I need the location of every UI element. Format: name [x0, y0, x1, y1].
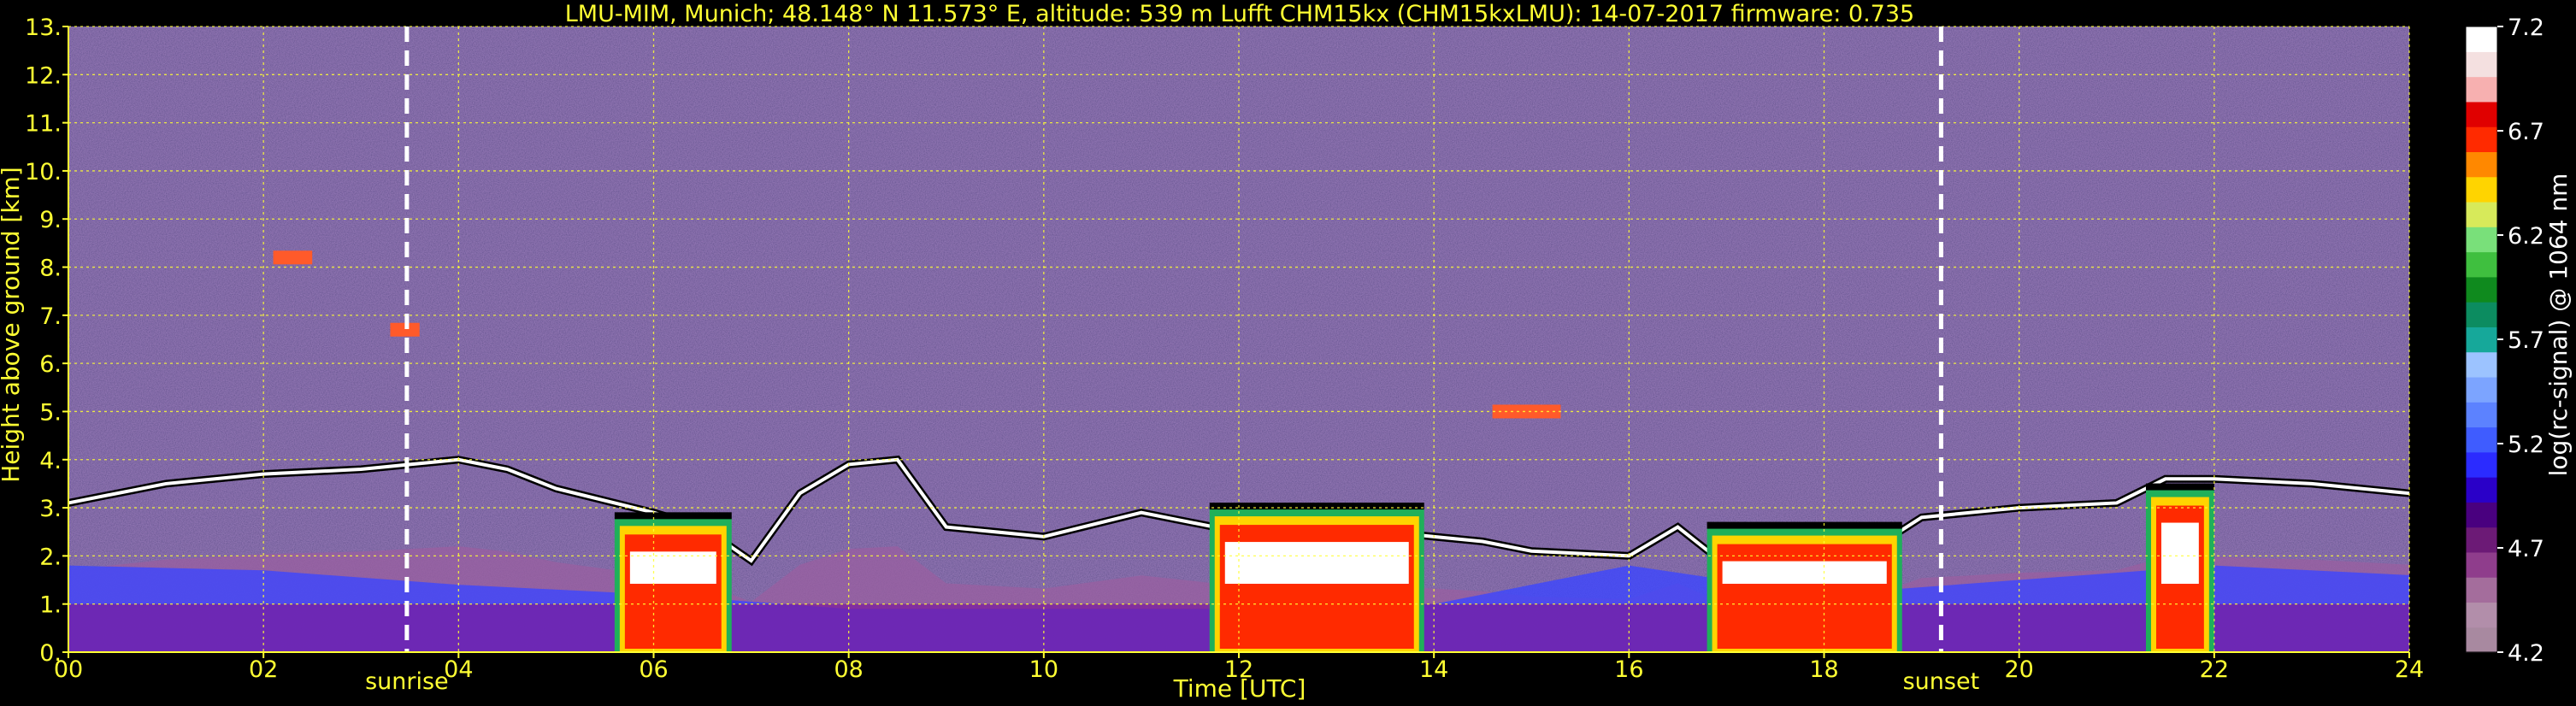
cloud-top-edge: [1707, 521, 1902, 529]
sunset-label: sunset: [1903, 668, 1980, 695]
y-tick-label: 7.: [39, 303, 62, 330]
y-tick-label: 5.: [39, 399, 62, 426]
cloud-event: [614, 512, 732, 652]
x-tick-label: 18: [1809, 656, 1838, 683]
colorbar-tick-label: 7.2: [2508, 15, 2544, 41]
y-axis: 0. 1. 2. 3. 4. 5. 6. 7. 8. 9. 10. 11. 12. 13.: [25, 15, 69, 667]
colorbar-segment: [2466, 502, 2497, 528]
y-tick-label: 8.: [39, 256, 62, 282]
colorbar: 4.2 4.7 5.2 5.7 6.2 6.7 7.2: [2465, 15, 2544, 667]
colorbar-tick-label: 6.7: [2508, 119, 2544, 145]
y-tick-label: 9.: [39, 207, 62, 233]
plot-area: [68, 26, 2410, 653]
colorbar-tick-label: 4.7: [2508, 536, 2544, 562]
x-tick-label: 08: [834, 656, 863, 683]
y-tick-label: 10.: [25, 159, 62, 185]
colorbar-segment: [2466, 627, 2497, 653]
cloud-event: [1209, 503, 1424, 652]
colorbar-tick-label: 4.2: [2508, 640, 2544, 667]
colorbar-segment: [2466, 276, 2497, 303]
cloud-event: [2145, 483, 2214, 652]
cloud-top-edge: [2145, 483, 2214, 491]
colorbar-segment: [2466, 551, 2497, 578]
colorbar-label: log(rc-signal) @ 1064 nm: [2544, 174, 2573, 477]
x-axis-label: Time [UTC]: [1173, 674, 1306, 703]
y-tick-label: 3.: [39, 496, 62, 522]
x-tick-label: 04: [444, 656, 473, 683]
y-tick-label: 6.: [39, 351, 62, 378]
elevated-layer: [273, 250, 313, 265]
colorbar-segment: [2466, 201, 2497, 227]
colorbar-segment: [2466, 227, 2497, 253]
colorbar-segment: [2466, 176, 2497, 203]
x-tick-label: 20: [2004, 656, 2033, 683]
colorbar-segment: [2466, 376, 2497, 403]
colorbar-segment: [2466, 327, 2497, 353]
colorbar-tick-label: 6.2: [2508, 223, 2544, 250]
colorbar-segment: [2466, 477, 2497, 503]
elevated-layer: [1492, 404, 1561, 419]
x-tick-label: 02: [249, 656, 278, 683]
cloud-saturated: [1224, 542, 1409, 584]
cloud-event: [1707, 521, 1902, 652]
x-tick-label: 06: [639, 656, 668, 683]
colorbar-segment: [2466, 602, 2497, 628]
colorbar-segment: [2466, 251, 2497, 278]
y-tick-label: 4.: [39, 448, 62, 474]
colorbar-segment: [2466, 351, 2497, 378]
colorbar-segment: [2466, 76, 2497, 103]
cloud-saturated: [2160, 522, 2199, 584]
cloud-top-edge: [614, 512, 732, 520]
y-tick-label: 2.: [39, 544, 62, 570]
y-tick-label: 12.: [25, 62, 62, 89]
colorbar-segment: [2466, 302, 2497, 327]
colorbar-segment: [2466, 151, 2497, 178]
ceilometer-chart: LMU-MIM, Munich; 48.148° N 11.573° E, al…: [0, 1, 2573, 703]
sunrise-label: sunrise: [365, 668, 449, 695]
x-tick-label: 10: [1029, 656, 1058, 683]
colorbar-segment: [2466, 427, 2497, 453]
y-axis-label: Height above ground [km]: [0, 167, 25, 483]
colorbar-segment: [2466, 527, 2497, 553]
x-tick-label: 24: [2395, 656, 2424, 683]
x-tick-label: 16: [1614, 656, 1643, 683]
colorbar-segment: [2466, 402, 2497, 428]
colorbar-segment: [2466, 451, 2497, 478]
x-tick-label: 22: [2200, 656, 2229, 683]
y-tick-label: 13.: [25, 15, 62, 41]
colorbar-tick-label: 5.7: [2508, 327, 2544, 354]
cloud-saturated: [1722, 561, 1887, 584]
colorbar-segment: [2466, 101, 2497, 127]
y-tick-label: 0.: [39, 640, 62, 667]
colorbar-segment: [2466, 126, 2497, 152]
x-tick-label: 14: [1419, 656, 1448, 683]
chart-title: LMU-MIM, Munich; 48.148° N 11.573° E, al…: [565, 1, 1914, 27]
colorbar-segment: [2466, 51, 2497, 78]
colorbar-segment: [2466, 577, 2497, 603]
y-tick-label: 1.: [39, 592, 62, 619]
colorbar-tick-label: 5.2: [2508, 432, 2544, 458]
cloud-core: [1717, 544, 1892, 649]
cloud-top-edge: [1209, 503, 1424, 510]
colorbar-segment: [2466, 26, 2497, 52]
y-tick-label: 11.: [25, 111, 62, 138]
